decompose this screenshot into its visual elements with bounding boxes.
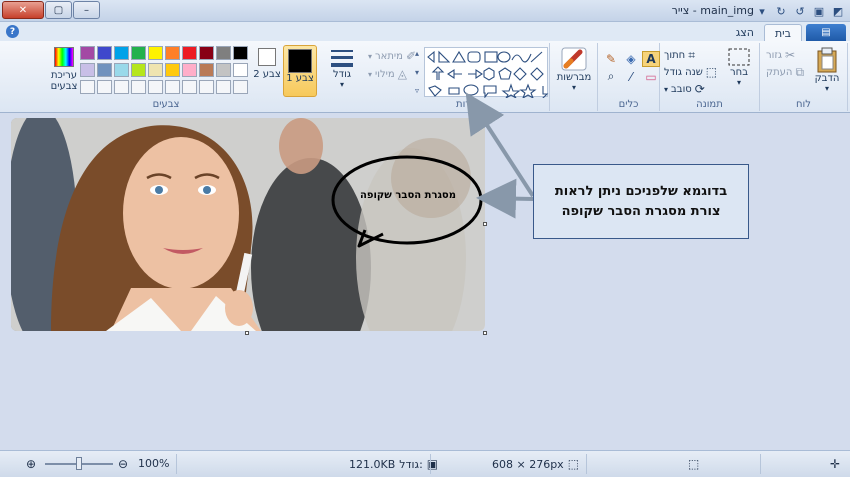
arrow-to-bubble [476, 178, 534, 219]
separator [176, 454, 177, 474]
dimensions-icon: ⬚ [567, 457, 580, 471]
file-size: 121.0KB גודל: ▣ [349, 457, 439, 471]
zoom-level: 100% [138, 457, 170, 470]
status-bar: ⊕ ⊖ 100% 121.0KB גודל: ▣ 608 × 276px ⬚ ⬚… [0, 450, 850, 477]
separator [760, 454, 761, 474]
separator [430, 454, 431, 474]
callout-line-1: בדוגמא שלפניכם ניתן לראות [554, 183, 728, 199]
zoom-in-button[interactable]: ⊕ [26, 457, 36, 471]
zoom-slider-thumb[interactable] [76, 457, 82, 470]
selection-size-icon: ⬚ [688, 457, 700, 471]
separator [586, 454, 587, 474]
callout-line-2: צורת מסגרת הסבר שקופה [561, 203, 721, 219]
zoom-out-button[interactable]: ⊖ [118, 457, 128, 471]
arrow-to-shapes [465, 92, 535, 198]
zoom-in-icon: ⊕ [26, 457, 37, 471]
cursor-position-icon: ✛ [830, 457, 841, 471]
save-disk-icon: ▣ [426, 457, 439, 471]
zoom-out-icon: ⊖ [118, 457, 129, 471]
image-dimensions: 608 × 276px ⬚ [492, 457, 580, 471]
explanation-callout: בדוגמא שלפניכם ניתן לראות צורת מסגרת הסב… [533, 164, 749, 239]
